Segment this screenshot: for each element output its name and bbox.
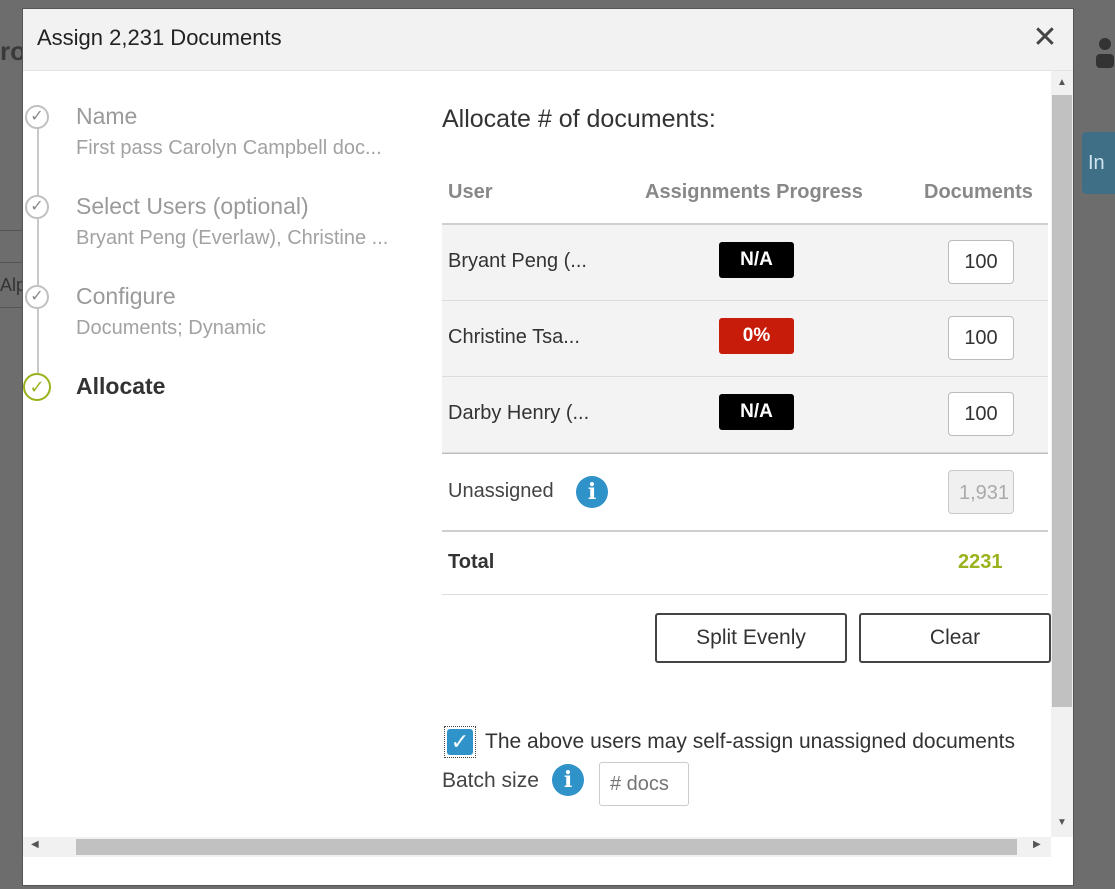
split-evenly-button[interactable]: Split Evenly [655, 613, 847, 663]
step-subtitle: Documents; Dynamic [76, 317, 267, 339]
self-assign-checkbox[interactable]: ✓ [444, 726, 476, 758]
step-subtitle: First pass Carolyn Campbell doc... [76, 137, 382, 159]
info-icon[interactable]: i [552, 764, 584, 796]
dialog-header: Assign 2,231 Documents ✕ [23, 9, 1073, 71]
dialog-body: ✓ Name First pass Carolyn Campbell doc..… [23, 71, 1051, 837]
unassigned-label: Unassigned [448, 480, 554, 502]
horizontal-scroll-thumb[interactable] [76, 839, 1017, 855]
progress-badge: N/A [719, 242, 794, 278]
total-row: Total 2231 [442, 532, 1048, 595]
info-icon[interactable]: i [576, 476, 608, 508]
unassigned-row: Unassigned i 1,931 [442, 453, 1048, 532]
allocation-table: User Assignments Progress Documents Brya… [442, 169, 1048, 595]
progress-badge: 0% [719, 318, 794, 354]
user-name: Bryant Peng (... [448, 250, 587, 272]
scroll-up-icon[interactable]: ▲ [1051, 77, 1073, 88]
step-complete-check-icon: ✓ [25, 105, 49, 129]
progress-badge: N/A [719, 394, 794, 430]
assign-documents-dialog: Assign 2,231 Documents ✕ ✓ Name First pa… [22, 8, 1074, 886]
table-row: Darby Henry (... N/A [442, 377, 1048, 453]
step-subtitle: Bryant Peng (Everlaw), Christine ... [76, 227, 389, 249]
user-name: Christine Tsa... [448, 326, 580, 348]
vertical-scroll-thumb[interactable] [1052, 95, 1072, 707]
dialog-title: Assign 2,231 Documents [37, 25, 282, 50]
table-row: Christine Tsa... 0% [442, 301, 1048, 377]
column-header-documents[interactable]: Documents [924, 181, 1033, 204]
background-divider [0, 230, 22, 231]
total-value: 2231 [958, 551, 1003, 573]
step-title: Allocate [76, 373, 166, 399]
self-assign-label[interactable]: The above users may self-assign unassign… [485, 730, 1015, 754]
batch-size-label: Batch size [442, 769, 539, 792]
clear-button[interactable]: Clear [859, 613, 1051, 663]
background-user-icon [1092, 36, 1114, 76]
background-input: Alp [0, 262, 26, 308]
unassigned-count-field: 1,931 [948, 470, 1014, 514]
step-title: Select Users (optional) [76, 193, 309, 219]
documents-input[interactable] [948, 316, 1014, 360]
column-header-user[interactable]: User [448, 181, 492, 204]
column-header-progress[interactable]: Assignments Progress [645, 181, 863, 204]
documents-input[interactable] [948, 392, 1014, 436]
stepper-line [37, 105, 39, 375]
step-complete-check-icon: ✓ [25, 195, 49, 219]
scroll-down-icon[interactable]: ▼ [1051, 817, 1073, 828]
step-complete-check-icon: ✓ [25, 285, 49, 309]
allocate-heading: Allocate # of documents: [442, 105, 716, 133]
table-header: User Assignments Progress Documents [442, 169, 1048, 225]
documents-input[interactable] [948, 240, 1014, 284]
close-icon[interactable]: ✕ [1031, 21, 1059, 55]
background-button: In [1082, 132, 1115, 194]
scroll-right-icon[interactable]: ▶ [1033, 839, 1041, 850]
step-active-check-icon: ✓ [23, 373, 51, 401]
user-name: Darby Henry (... [448, 402, 590, 424]
horizontal-scrollbar[interactable]: ◀ ▶ [23, 837, 1051, 857]
total-label: Total [448, 551, 495, 573]
vertical-scrollbar[interactable]: ▲ ▼ [1051, 71, 1073, 837]
scroll-left-icon[interactable]: ◀ [31, 839, 39, 850]
step-title: Configure [76, 283, 176, 309]
step-title: Name [76, 103, 138, 129]
table-row: Bryant Peng (... N/A [442, 225, 1048, 301]
checkmark-icon: ✓ [447, 729, 473, 755]
batch-size-input[interactable] [599, 762, 689, 806]
